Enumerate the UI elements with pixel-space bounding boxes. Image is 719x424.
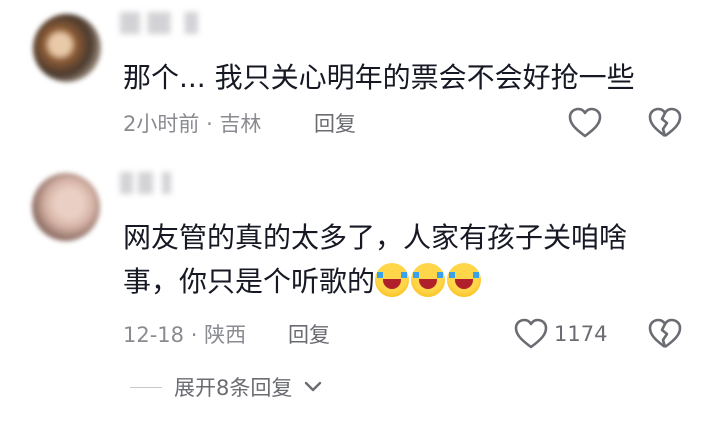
- expand-replies-button[interactable]: 展开8条回复: [130, 372, 322, 402]
- avatar[interactable]: [33, 14, 101, 82]
- chevron-down-icon: [304, 381, 322, 393]
- comment-meta: 12-18 · 陕西: [123, 320, 246, 350]
- dislike-button[interactable]: [648, 107, 682, 139]
- comment-text-line: 网友管的真的太多了，人家有孩子关咱啥: [123, 221, 628, 254]
- like-button[interactable]: [568, 107, 602, 139]
- comment-time: 2小时前: [123, 112, 200, 136]
- broken-heart-icon: [648, 318, 682, 350]
- comment-text: 网友管的真的太多了，人家有孩子关咱啥 事，你只是个听歌的: [123, 216, 683, 304]
- divider-line: [130, 386, 162, 388]
- comment-text: 那个... 我只关心明年的票会不会好抢一些: [123, 61, 635, 94]
- crying-laughing-emoji-icon: [411, 263, 446, 297]
- broken-heart-icon: [648, 107, 682, 139]
- comment-location: 吉林: [219, 112, 262, 136]
- comment-text-line: 事，你只是个听歌的: [123, 260, 683, 304]
- reply-button[interactable]: 回复: [288, 320, 330, 350]
- avatar[interactable]: [32, 173, 100, 241]
- like-button[interactable]: 1174: [514, 318, 607, 350]
- meta-separator: ·: [190, 323, 198, 347]
- comment-text-part: 事，你只是个听歌的: [123, 265, 376, 298]
- comment-location: 陕西: [204, 323, 247, 347]
- dislike-button[interactable]: [648, 318, 682, 350]
- meta-separator: ·: [206, 112, 213, 136]
- username-blurred[interactable]: [120, 12, 212, 34]
- like-count: 1174: [554, 322, 608, 346]
- heart-outline-icon: [568, 107, 602, 139]
- comment-time: 12-18: [123, 323, 185, 347]
- reply-button[interactable]: 回复: [314, 109, 356, 139]
- expand-replies-label: 展开8条回复: [174, 376, 293, 400]
- comment-meta: 2小时前 · 吉林: [123, 109, 261, 139]
- heart-outline-icon: [514, 318, 548, 350]
- crying-laughing-emoji-icon: [375, 263, 410, 297]
- emoji-group: [375, 263, 482, 297]
- crying-laughing-emoji-icon: [447, 263, 482, 297]
- username-blurred[interactable]: [120, 172, 180, 194]
